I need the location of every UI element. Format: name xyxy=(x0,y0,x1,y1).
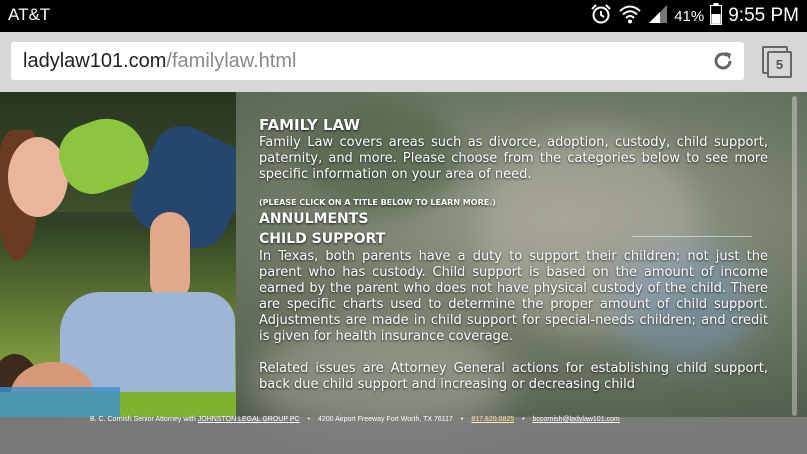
intro-text: Family Law covers areas such as divorce,… xyxy=(259,135,768,182)
child-support-link[interactable]: CHILD SUPPORT xyxy=(259,229,768,249)
browser-toolbar: ladylaw101.com/familylaw.html 5 xyxy=(0,32,807,92)
firm-link[interactable]: JOHNSTON LEGAL GROUP PC xyxy=(198,416,300,423)
footer-attorney: B. C. Cornish Senior Attorney with xyxy=(90,416,196,423)
photo-arm xyxy=(150,212,190,302)
footer-address: 4200 Airport Freeway Fort Worth, TX 7611… xyxy=(317,416,453,423)
reload-icon[interactable] xyxy=(712,50,734,72)
email-link[interactable]: bccornish@ladylaw101.com xyxy=(533,416,620,423)
carrier-label: AT&T xyxy=(8,5,51,24)
address-bar[interactable]: ladylaw101.com/familylaw.html xyxy=(11,42,744,80)
footer-contact: B. C. Cornish Senior Attorney with JOHNS… xyxy=(90,416,620,423)
main-content: FAMILY LAW Family Law covers areas such … xyxy=(259,116,768,393)
child-support-text: In Texas, both parents have a duty to su… xyxy=(259,249,768,344)
footer-separator: • xyxy=(307,416,310,423)
page-title: FAMILY LAW xyxy=(259,116,360,134)
battery-icon xyxy=(710,3,723,29)
battery-percent: 41% xyxy=(674,7,705,25)
url-text[interactable]: ladylaw101.com/familylaw.html xyxy=(23,50,296,73)
phone-link[interactable]: 817.820.0825 xyxy=(471,416,514,423)
family-photo xyxy=(0,92,236,417)
related-issues-text: Related issues are Attorney General acti… xyxy=(259,361,768,392)
url-domain: ladylaw101.com xyxy=(23,50,167,72)
wifi-icon xyxy=(618,3,642,29)
tab-count: 5 xyxy=(767,51,792,78)
annulments-link[interactable]: ANNULMENTS xyxy=(259,209,768,229)
clock: 9:55 PM xyxy=(728,5,799,26)
signal-icon xyxy=(648,4,668,28)
tabs-button[interactable]: 5 xyxy=(762,46,792,78)
footer-separator: • xyxy=(522,416,525,423)
alarm-icon xyxy=(590,3,612,29)
page-scrollbar[interactable] xyxy=(792,96,797,416)
footer-bar: B. C. Cornish Senior Attorney with JOHNS… xyxy=(0,416,807,454)
status-bar: AT&T 41% 9:55 PM xyxy=(0,0,807,32)
web-page: FAMILY LAW Family Law covers areas such … xyxy=(0,92,807,454)
footer-separator: • xyxy=(460,416,464,423)
url-path: /familylaw.html xyxy=(166,50,297,72)
click-note: (PLEASE CLICK ON A TITLE BELOW TO LEARN … xyxy=(259,198,496,207)
photo-blanket xyxy=(0,387,120,417)
status-icons: 41% 9:55 PM xyxy=(590,3,799,29)
